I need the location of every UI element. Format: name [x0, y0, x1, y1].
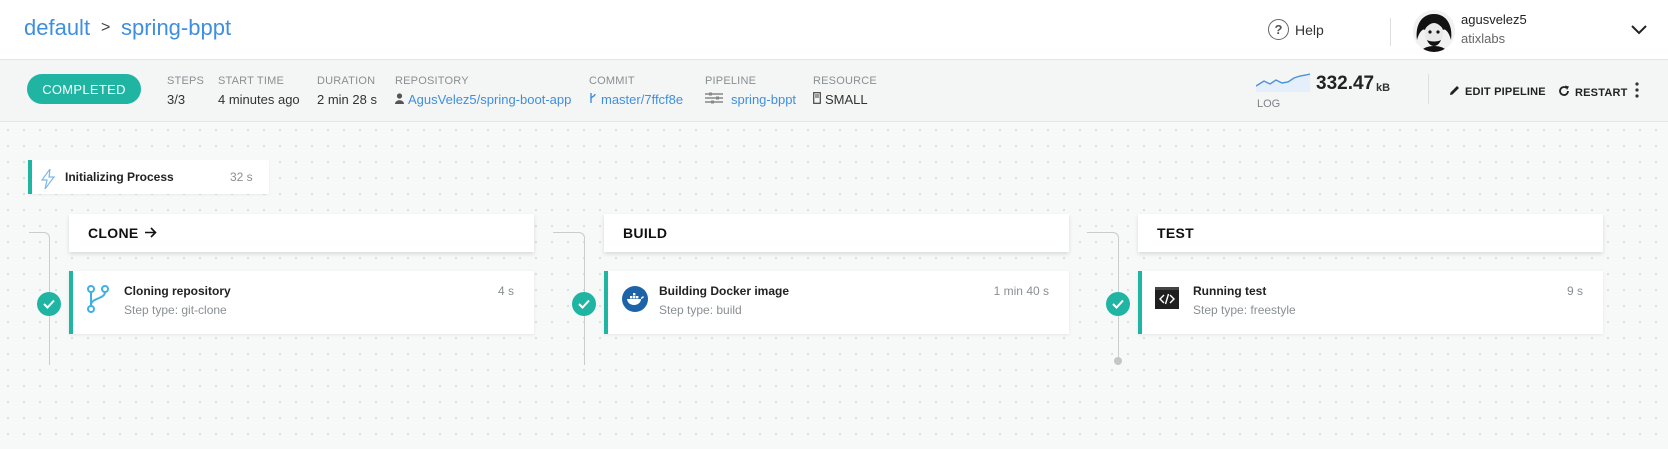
step-type: Step type: build [659, 303, 742, 317]
meta-steps: STEPS 3/3 [167, 75, 204, 107]
step-type: Step type: git-clone [124, 303, 227, 317]
success-check-icon [37, 292, 61, 316]
help-label: Help [1295, 21, 1324, 38]
header-divider [1390, 18, 1391, 46]
restart-button[interactable]: RESTART [1558, 85, 1628, 100]
breadcrumb-project[interactable]: default [24, 15, 90, 41]
resource-icon [813, 92, 821, 107]
resource-value: SMALL [825, 92, 868, 107]
meta-pipeline-label: PIPELINE [705, 75, 757, 87]
pencil-icon [1449, 85, 1460, 99]
stage-name: BUILD [623, 225, 668, 241]
edit-pipeline-button[interactable]: EDIT PIPELINE [1449, 85, 1546, 99]
stage-name: TEST [1157, 225, 1194, 241]
meta-steps-label: STEPS [167, 75, 205, 87]
avatar[interactable] [1413, 10, 1455, 52]
step-card-build[interactable]: Building Docker image Step type: build 1… [604, 271, 1069, 334]
meta-resource: RESOURCE SMALL [813, 75, 877, 107]
step-duration: 9 s [1566, 284, 1583, 298]
meta-start-time-label: START TIME [218, 75, 284, 87]
commit-value: master/7ffcf8e [601, 92, 684, 107]
top-bar: default > spring-bppt ? Help agusvelez5 … [0, 0, 1668, 60]
restart-label: RESTART [1575, 86, 1628, 99]
commit-link[interactable]: master/7ffcf8e [589, 92, 683, 107]
pipeline-value: spring-bppt [731, 92, 797, 107]
meta-pipeline: PIPELINE spring-bppt [705, 75, 796, 107]
meta-duration: DURATION 2 min 28 s [317, 75, 377, 107]
branch-icon [589, 92, 597, 107]
meta-commit: COMMIT master/7ffcf8e [589, 75, 683, 107]
stage-header-build[interactable]: BUILD [604, 214, 1069, 252]
step-title: Cloning repository [124, 284, 231, 298]
init-title: Initializing Process [65, 170, 174, 184]
step-duration: 4 s [497, 284, 514, 298]
help-button[interactable]: ? Help [1268, 19, 1324, 40]
user-icon [395, 92, 404, 107]
log-size: 332.47 [1316, 73, 1375, 94]
log-label: LOG [1257, 98, 1281, 110]
restart-icon [1558, 85, 1570, 100]
meta-duration-value: 2 min 28 s [317, 92, 377, 107]
meta-resource-label: RESOURCE [813, 75, 877, 87]
log-unit: kB [1376, 82, 1391, 94]
edit-pipeline-label: EDIT PIPELINE [1465, 86, 1546, 98]
more-options-icon[interactable] [1634, 82, 1640, 103]
meta-duration-label: DURATION [317, 75, 376, 87]
stage-header-test[interactable]: TEST [1138, 214, 1603, 252]
pipeline-end-dot [1114, 357, 1122, 365]
step-title: Building Docker image [659, 284, 790, 298]
user-name: agusvelez5 [1461, 12, 1527, 27]
pipeline-icon [705, 92, 723, 107]
init-duration: 32 s [230, 170, 253, 184]
meta-commit-label: COMMIT [589, 75, 635, 87]
meta-repository: REPOSITORY AgusVelez5/spring-boot-app [395, 75, 571, 107]
user-org: atixlabs [1461, 31, 1506, 46]
git-branch-icon [86, 285, 110, 318]
breadcrumb-separator: > [101, 19, 111, 36]
log-sparkline[interactable] [1255, 72, 1311, 97]
terminal-icon [1155, 287, 1179, 314]
step-duration: 1 min 40 s [993, 284, 1049, 298]
arrow-right-icon [144, 225, 157, 241]
step-card-test[interactable]: Running test Step type: freestyle 9 s [1138, 271, 1603, 334]
step-card-clone[interactable]: Cloning repository Step type: git-clone … [69, 271, 534, 334]
success-check-icon [1106, 292, 1130, 316]
stage-name: CLONE [88, 225, 139, 241]
repository-value: AgusVelez5/spring-boot-app [408, 92, 572, 107]
step-type: Step type: freestyle [1193, 303, 1296, 317]
meta-repository-label: REPOSITORY [395, 75, 469, 87]
success-check-icon [572, 292, 596, 316]
meta-start-time-value: 4 minutes ago [218, 92, 300, 107]
chevron-down-icon[interactable] [1631, 22, 1647, 40]
meta-steps-value: 3/3 [167, 92, 186, 107]
status-divider [1428, 74, 1429, 104]
docker-icon [622, 286, 648, 317]
status-badge: COMPLETED [27, 74, 141, 104]
repository-link[interactable]: AgusVelez5/spring-boot-app [395, 92, 571, 107]
meta-resource: SMALL [813, 92, 877, 107]
step-title: Running test [1193, 284, 1267, 298]
help-icon: ? [1268, 19, 1289, 40]
meta-start-time: START TIME 4 minutes ago [218, 75, 300, 107]
breadcrumb-pipeline[interactable]: spring-bppt [121, 15, 231, 41]
lightning-icon [40, 168, 56, 194]
stage-header-clone[interactable]: CLONE [69, 214, 534, 252]
pipeline-link[interactable]: spring-bppt [705, 92, 796, 107]
build-status-bar: COMPLETED STEPS 3/3 START TIME 4 minutes… [0, 60, 1668, 122]
